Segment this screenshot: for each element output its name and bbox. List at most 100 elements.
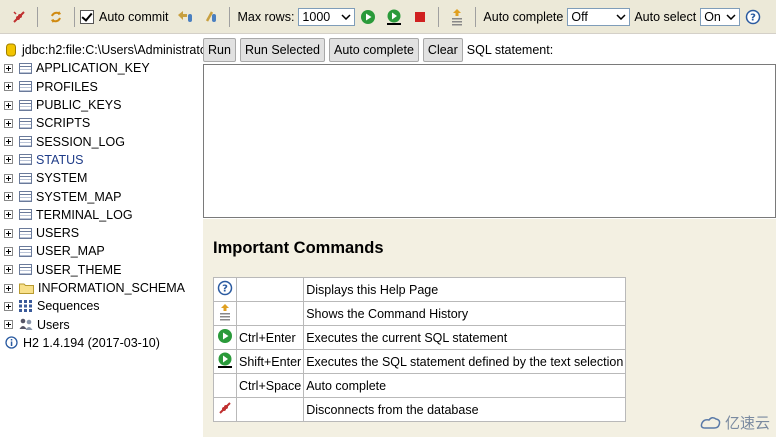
table-icon <box>19 172 32 184</box>
rollback-icon[interactable] <box>175 7 195 27</box>
sql-editor[interactable] <box>203 64 776 218</box>
tree-item-table[interactable]: SESSION_LOG <box>0 132 203 150</box>
expand-icon[interactable] <box>4 228 13 238</box>
auto-complete-select[interactable]: Off <box>567 7 631 26</box>
clear-button[interactable]: Clear <box>422 37 463 62</box>
tree-item-label: SYSTEM_MAP <box>36 189 122 204</box>
tree-item-label: USERS <box>36 226 80 241</box>
connection-node[interactable]: jdbc:h2:file:C:\Users\Administrato <box>0 41 203 59</box>
expand-icon[interactable] <box>4 100 13 110</box>
expand-icon[interactable] <box>4 63 13 73</box>
shortcut-key: Ctrl+Enter <box>235 325 305 350</box>
expand-icon[interactable] <box>4 283 13 293</box>
tree-item-label: USER_MAP <box>36 244 105 259</box>
table-icon <box>19 62 32 74</box>
table-icon <box>19 99 32 111</box>
tree-item-table[interactable]: PUBLIC_KEYS <box>0 96 203 114</box>
refresh-icon[interactable] <box>46 7 66 27</box>
run-button[interactable]: Run <box>203 37 236 62</box>
chevron-down-icon <box>613 9 629 25</box>
history-icon <box>213 301 237 326</box>
tree-item-label: SYSTEM <box>36 171 88 186</box>
commit-icon[interactable] <box>201 7 221 27</box>
tree-item-table[interactable]: APPLICATION_KEY <box>0 59 203 77</box>
tree-item-label: STATUS <box>36 152 84 167</box>
tree-item-label: TERMINAL_LOG <box>36 207 133 222</box>
tree-item-users[interactable]: Users <box>0 315 203 333</box>
toolbar: Auto commit Max rows: 1000 Auto complete… <box>0 0 776 34</box>
tree-item-table[interactable]: USER_THEME <box>0 261 203 279</box>
tree-item-information-schema[interactable]: INFORMATION_SCHEMA <box>0 279 203 297</box>
stop-icon[interactable] <box>410 7 430 27</box>
tree-item-table[interactable]: USER_MAP <box>0 242 203 260</box>
tree-item-label: PUBLIC_KEYS <box>36 98 122 113</box>
expand-icon[interactable] <box>4 173 13 183</box>
sql-statement-label: SQL statement: <box>466 42 554 57</box>
max-rows-label: Max rows: <box>237 9 295 24</box>
tree-item-label: APPLICATION_KEY <box>36 61 150 76</box>
table-row: Shows the Command History <box>213 301 627 326</box>
expand-icon[interactable] <box>4 118 13 128</box>
tree-item-label: SESSION_LOG <box>36 134 125 149</box>
chevron-down-icon <box>338 9 354 25</box>
expand-icon[interactable] <box>4 246 13 256</box>
history-icon[interactable] <box>447 7 467 27</box>
expand-icon[interactable] <box>4 155 13 165</box>
empty-cell <box>213 373 237 398</box>
expand-icon[interactable] <box>4 210 13 220</box>
shortcut-key: Ctrl+Space <box>235 373 305 398</box>
expand-icon[interactable] <box>4 265 13 275</box>
expand-icon[interactable] <box>4 82 13 92</box>
expand-icon[interactable] <box>4 301 13 311</box>
toolbar-separator <box>74 6 75 27</box>
tree-item-table[interactable]: SCRIPTS <box>0 114 203 132</box>
help-icon[interactable]: ? <box>743 7 763 27</box>
run-icon[interactable] <box>358 7 378 27</box>
toolbar-separator <box>229 6 231 27</box>
auto-commit-checkbox[interactable] <box>80 9 94 24</box>
svg-text:?: ? <box>750 12 756 23</box>
run-icon <box>213 325 237 350</box>
users-icon <box>19 318 33 331</box>
expand-icon[interactable] <box>4 137 13 147</box>
max-rows-select[interactable]: 1000 <box>298 7 356 26</box>
expand-icon[interactable] <box>4 320 13 330</box>
table-row: Shift+Enter Executes the SQL statement de… <box>213 349 627 374</box>
auto-complete-button[interactable]: Auto complete <box>329 37 419 62</box>
query-button-bar: Run Run Selected Auto complete Clear SQL… <box>203 35 776 64</box>
tree-item-table[interactable]: PROFILES <box>0 78 203 96</box>
table-icon <box>19 191 32 203</box>
tree-item-label: PROFILES <box>36 79 98 94</box>
schema-tree: jdbc:h2:file:C:\Users\Administrato APPLI… <box>0 35 203 437</box>
tree-item-sequences[interactable]: Sequences <box>0 297 203 315</box>
command-description: Executes the current SQL statement <box>303 325 627 350</box>
command-description: Shows the Command History <box>303 301 627 326</box>
auto-select-value: On <box>704 9 721 24</box>
tree-item-table[interactable]: STATUS <box>0 151 203 169</box>
version-info: H2 1.4.194 (2017-03-10) <box>0 334 203 352</box>
table-icon <box>19 227 32 239</box>
tree-item-table[interactable]: SYSTEM_MAP <box>0 187 203 205</box>
command-description: Disconnects from the database <box>303 397 627 422</box>
expand-icon[interactable] <box>4 192 13 202</box>
max-rows-value: 1000 <box>302 9 331 24</box>
auto-select-select[interactable]: On <box>700 7 741 26</box>
run-selected-icon[interactable] <box>384 7 404 27</box>
tree-item-table[interactable]: TERMINAL_LOG <box>0 206 203 224</box>
run-selected-button[interactable]: Run Selected <box>239 37 325 62</box>
command-description: Executes the SQL statement defined by th… <box>303 349 627 374</box>
table-row: Ctrl+Enter Executes the current SQL state… <box>213 325 627 350</box>
shortcut-key <box>235 397 305 422</box>
disconnect-icon[interactable] <box>9 7 29 27</box>
folder-icon <box>19 282 34 294</box>
tree-item-table[interactable]: USERS <box>0 224 203 242</box>
chevron-down-icon <box>723 9 739 25</box>
table-icon <box>19 264 32 276</box>
table-icon <box>19 154 32 166</box>
toolbar-separator <box>438 6 440 27</box>
shortcut-key <box>235 277 305 302</box>
cloud-logo-icon <box>700 416 721 429</box>
table-icon <box>19 245 32 257</box>
auto-complete-label: Auto complete <box>483 9 564 24</box>
tree-item-table[interactable]: SYSTEM <box>0 169 203 187</box>
